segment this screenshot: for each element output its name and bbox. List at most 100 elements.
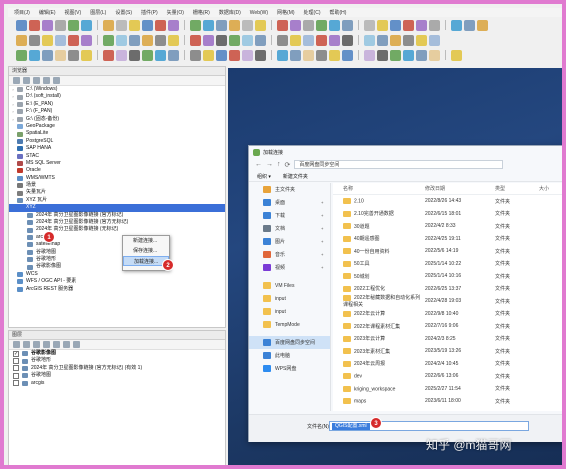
- layer-visibility-checkbox[interactable]: [13, 380, 19, 387]
- add-group-icon[interactable]: [23, 341, 30, 348]
- expand-arrow-icon[interactable]: ›: [9, 204, 17, 211]
- properties-icon[interactable]: [53, 77, 60, 84]
- browser-item[interactable]: ArcGIS REST 服务器: [9, 286, 225, 293]
- toolbar-tool-icon[interactable]: [81, 49, 92, 61]
- toolbar-tool-icon[interactable]: [303, 49, 314, 61]
- column-size[interactable]: 大小: [539, 185, 562, 192]
- file-row[interactable]: 2022年秘藏数据和自动化系列课程相关 2022/4/28 19:03 文件夹: [333, 294, 562, 308]
- toolbar-tool-icon[interactable]: [416, 19, 427, 31]
- toolbar-tool-icon[interactable]: [155, 34, 166, 46]
- browser-item[interactable]: 谷歌地图: [9, 249, 225, 256]
- toolbar-tool-icon[interactable]: [329, 34, 340, 46]
- toolbar-tool-icon[interactable]: [203, 34, 214, 46]
- toolbar-tool-icon[interactable]: [168, 19, 179, 31]
- toolbar-tool-icon[interactable]: [277, 49, 288, 61]
- nav-item[interactable]: 下载 ✦: [249, 209, 330, 222]
- collapse-all-icon[interactable]: [63, 341, 70, 348]
- browser-item[interactable]: 矢量瓦片: [9, 189, 225, 196]
- toolbar-tool-icon[interactable]: [103, 49, 114, 61]
- toolbar-tool-icon[interactable]: [155, 49, 166, 61]
- nav-item[interactable]: VM Files: [249, 279, 330, 292]
- nav-item[interactable]: 图片 ✦: [249, 235, 330, 248]
- organize-button[interactable]: 组织 ▾: [257, 173, 271, 180]
- expand-arrow-icon[interactable]: ›: [9, 108, 17, 115]
- nav-item[interactable]: 桌面 ✦: [249, 196, 330, 209]
- file-row[interactable]: 2.10 2022/8/26 14:43 文件夹: [333, 195, 562, 208]
- browser-item[interactable]: MS SQL Server: [9, 160, 225, 167]
- layer-visibility-checkbox[interactable]: [13, 358, 19, 365]
- column-type[interactable]: 类型: [495, 185, 539, 192]
- file-row[interactable]: kriging_workspace 2025/2/27 11:54 文件夹: [333, 383, 562, 396]
- column-date[interactable]: 修改日期: [425, 185, 495, 192]
- toolbar-tool-icon[interactable]: [290, 49, 301, 61]
- toolbar-tool-icon[interactable]: [190, 34, 201, 46]
- toolbar-tool-icon[interactable]: [42, 19, 53, 31]
- file-row[interactable]: maps 2023/6/11 18:00 文件夹: [333, 395, 562, 408]
- menu-10[interactable]: 网格(M): [277, 9, 295, 16]
- menu-0[interactable]: 项目(J): [14, 9, 30, 16]
- toolbar-tool-icon[interactable]: [168, 49, 179, 61]
- toolbar-tool-icon[interactable]: [416, 34, 427, 46]
- toolbar-tool-icon[interactable]: [142, 49, 153, 61]
- menu-9[interactable]: Web(W): [250, 10, 268, 16]
- browser-item[interactable]: WFS / OGC API - 要素: [9, 278, 225, 285]
- expand-icon[interactable]: [53, 341, 60, 348]
- browser-item[interactable]: SpatiaLite: [9, 130, 225, 137]
- nav-item[interactable]: input: [249, 305, 330, 318]
- toolbar-tool-icon[interactable]: [42, 34, 53, 46]
- toolbar-tool-icon[interactable]: [116, 34, 127, 46]
- menu-3[interactable]: 图层(L): [90, 9, 106, 16]
- file-row[interactable]: 2023年云计算 2024/2/3 8:25 文件夹: [333, 333, 562, 346]
- menu-12[interactable]: 帮助(H): [330, 9, 347, 16]
- toolbar-tool-icon[interactable]: [316, 34, 327, 46]
- file-row[interactable]: 2022工程优化 2022/6/25 13:37 文件夹: [333, 283, 562, 296]
- toolbar-tool-icon[interactable]: [68, 34, 79, 46]
- toolbar-tool-icon[interactable]: [155, 19, 166, 31]
- file-row[interactable]: 40一份自用资料 2022/5/6 14:19 文件夹: [333, 245, 562, 258]
- browser-item[interactable]: › D:\ (soft_install): [9, 93, 225, 100]
- browser-item[interactable]: Oracle: [9, 167, 225, 174]
- menu-1[interactable]: 编辑(E): [39, 9, 56, 16]
- toolbar-tool-icon[interactable]: [477, 19, 488, 31]
- expand-arrow-icon[interactable]: ›: [9, 101, 17, 108]
- file-row[interactable]: 40期遥感图 2022/4/25 19:11 文件夹: [333, 233, 562, 246]
- file-row[interactable]: 2022年云计算 2022/9/8 10:40 文件夹: [333, 308, 562, 321]
- browser-item[interactable]: SAP HANA: [9, 145, 225, 152]
- browser-item[interactable]: › C:\ (Windows): [9, 86, 225, 93]
- browser-item[interactable]: WMS/WMTS: [9, 175, 225, 182]
- toolbar-tool-icon[interactable]: [42, 49, 53, 61]
- nav-item[interactable]: 文档 ✦: [249, 222, 330, 235]
- nav-item[interactable]: TempMode: [249, 318, 330, 331]
- toolbar-tool-icon[interactable]: [429, 19, 440, 31]
- toolbar-tool-icon[interactable]: [216, 19, 227, 31]
- nav-item[interactable]: WPS网盘: [249, 362, 330, 375]
- toolbar-tool-icon[interactable]: [29, 19, 40, 31]
- toolbar-tool-icon[interactable]: [81, 19, 92, 31]
- toolbar-tool-icon[interactable]: [142, 34, 153, 46]
- toolbar-tool-icon[interactable]: [190, 19, 201, 31]
- nav-item[interactable]: 视频 ✦: [249, 261, 330, 274]
- toolbar-tool-icon[interactable]: [390, 34, 401, 46]
- toolbar-tool-icon[interactable]: [16, 19, 27, 31]
- toolbar-tool-icon[interactable]: [464, 19, 475, 31]
- browser-item[interactable]: › XYZ: [9, 204, 225, 212]
- toolbar-tool-icon[interactable]: [129, 19, 140, 31]
- layer-item[interactable]: 谷歌地图: [9, 372, 225, 379]
- toolbar-tool-icon[interactable]: [255, 19, 266, 31]
- toolbar-tool-icon[interactable]: [290, 34, 301, 46]
- layer-item[interactable]: arcgis: [9, 380, 225, 387]
- toolbar-tool-icon[interactable]: [329, 49, 340, 61]
- file-row[interactable]: 2.10完善开通数据 2022/6/15 18:01 文件夹: [333, 208, 562, 221]
- toolbar-tool-icon[interactable]: [142, 19, 153, 31]
- browser-item[interactable]: 2024年 高分卫星图影像链接 (无标记): [9, 226, 225, 233]
- toolbar-tool-icon[interactable]: [55, 34, 66, 46]
- toolbar-tool-icon[interactable]: [390, 49, 401, 61]
- browser-item[interactable]: arcgis: [9, 234, 225, 241]
- file-row[interactable]: 50工具 2025/1/14 10:22 文件夹: [333, 258, 562, 271]
- toolbar-tool-icon[interactable]: [29, 34, 40, 46]
- layer-visibility-checkbox[interactable]: ✓: [13, 350, 19, 357]
- toolbar-tool-icon[interactable]: [242, 19, 253, 31]
- toolbar-tool-icon[interactable]: [316, 49, 327, 61]
- toolbar-tool-icon[interactable]: [303, 34, 314, 46]
- toolbar-tool-icon[interactable]: [55, 19, 66, 31]
